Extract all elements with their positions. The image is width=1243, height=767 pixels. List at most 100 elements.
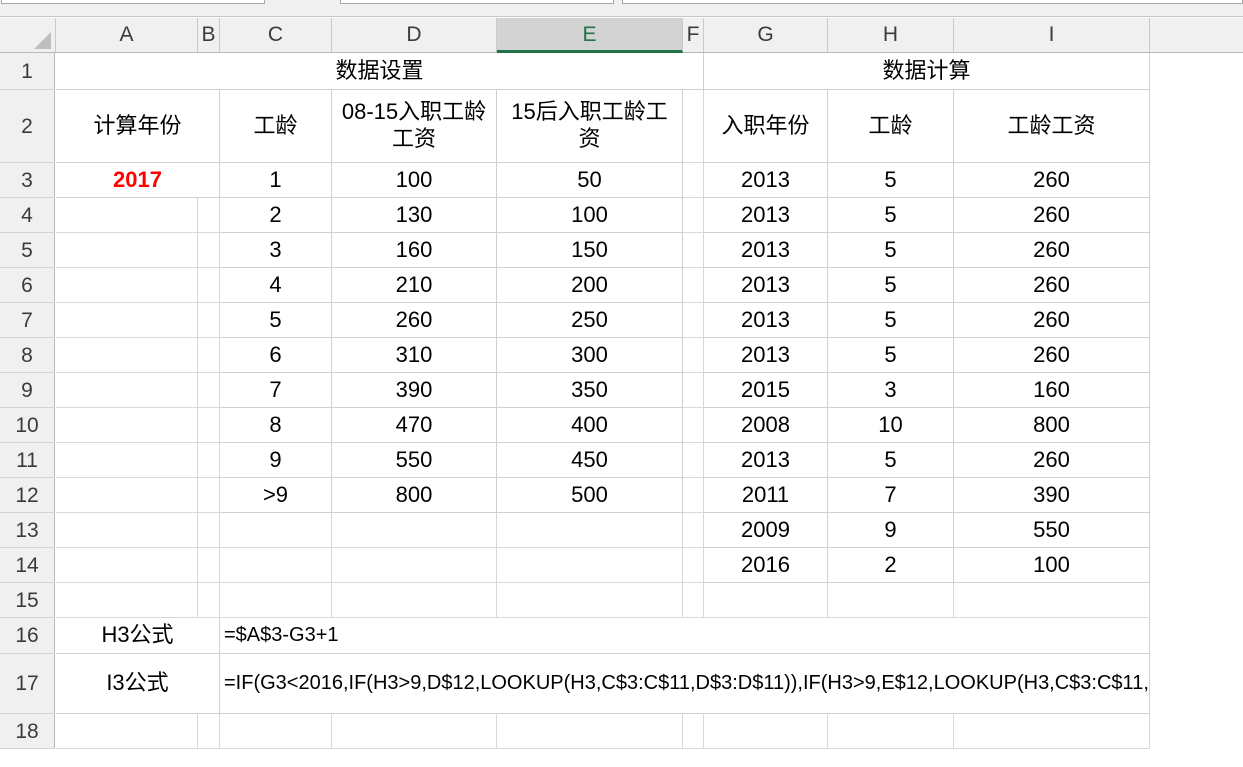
column-header-h[interactable]: H bbox=[828, 18, 954, 52]
row-header-11[interactable]: 11 bbox=[0, 443, 55, 478]
cell-seniority-8[interactable]: 6 bbox=[220, 338, 332, 373]
cell-calc-wage-13[interactable]: 550 bbox=[954, 513, 1150, 548]
cell-seniority-3[interactable]: 1 bbox=[220, 163, 332, 198]
cell-wage15-5[interactable]: 150 bbox=[497, 233, 683, 268]
cell-B15[interactable] bbox=[198, 583, 220, 618]
row-header-6[interactable]: 6 bbox=[0, 268, 55, 303]
cell-A12[interactable] bbox=[56, 478, 198, 513]
cell-calc-wage-9[interactable]: 160 bbox=[954, 373, 1150, 408]
cell-A14[interactable] bbox=[56, 548, 198, 583]
cell-I15[interactable] bbox=[954, 583, 1150, 618]
cell-F4[interactable] bbox=[683, 198, 704, 233]
cell-wage0815-7[interactable]: 260 bbox=[332, 303, 497, 338]
cell-G15[interactable] bbox=[704, 583, 828, 618]
column-header-d[interactable]: D bbox=[332, 18, 497, 52]
cell-calc-seniority-8[interactable]: 5 bbox=[828, 338, 954, 373]
cell-A7[interactable] bbox=[56, 303, 198, 338]
cell-calc-wage-6[interactable]: 260 bbox=[954, 268, 1150, 303]
title-data-settings[interactable]: 数据设置 bbox=[56, 53, 704, 90]
cell-B18[interactable] bbox=[198, 714, 220, 749]
label-i3-formula[interactable]: I3公式 bbox=[56, 654, 220, 714]
cell-hire-year-9[interactable]: 2015 bbox=[704, 373, 828, 408]
cell-H15[interactable] bbox=[828, 583, 954, 618]
cell-h3-formula[interactable]: =$A$3-G3+1 bbox=[220, 618, 1150, 654]
cell-wage15-11[interactable]: 450 bbox=[497, 443, 683, 478]
header-hire-year[interactable]: 入职年份 bbox=[704, 90, 828, 163]
cell-calc-seniority-9[interactable]: 3 bbox=[828, 373, 954, 408]
cell-F9[interactable] bbox=[683, 373, 704, 408]
row-header-12[interactable]: 12 bbox=[0, 478, 55, 513]
cell-B5[interactable] bbox=[198, 233, 220, 268]
cell-B11[interactable] bbox=[198, 443, 220, 478]
column-header-g[interactable]: G bbox=[704, 18, 828, 52]
cell-F6[interactable] bbox=[683, 268, 704, 303]
header-wage-2008-2015[interactable]: 08-15入职工龄工资 bbox=[332, 90, 497, 163]
cell-C13[interactable] bbox=[220, 513, 332, 548]
row-header-2[interactable]: 2 bbox=[0, 90, 55, 163]
select-all-corner[interactable] bbox=[0, 18, 56, 52]
cell-B10[interactable] bbox=[198, 408, 220, 443]
cell-hire-year-12[interactable]: 2011 bbox=[704, 478, 828, 513]
cell-F15[interactable] bbox=[683, 583, 704, 618]
cell-E13[interactable] bbox=[497, 513, 683, 548]
cell-B14[interactable] bbox=[198, 548, 220, 583]
cell-hire-year-3[interactable]: 2013 bbox=[704, 163, 828, 198]
cell-B13[interactable] bbox=[198, 513, 220, 548]
row-header-9[interactable]: 9 bbox=[0, 373, 55, 408]
cell-seniority-11[interactable]: 9 bbox=[220, 443, 332, 478]
row-header-1[interactable]: 1 bbox=[0, 53, 55, 90]
row-header-17[interactable]: 17 bbox=[0, 654, 55, 714]
cell-calc-wage-14[interactable]: 100 bbox=[954, 548, 1150, 583]
cell-seniority-12[interactable]: >9 bbox=[220, 478, 332, 513]
cell-wage15-6[interactable]: 200 bbox=[497, 268, 683, 303]
cell-A5[interactable] bbox=[56, 233, 198, 268]
cell-calc-wage-10[interactable]: 800 bbox=[954, 408, 1150, 443]
row-header-8[interactable]: 8 bbox=[0, 338, 55, 373]
cell-wage0815-3[interactable]: 100 bbox=[332, 163, 497, 198]
title-data-calculation[interactable]: 数据计算 bbox=[704, 53, 1150, 90]
cell-wage15-4[interactable]: 100 bbox=[497, 198, 683, 233]
header-seniority[interactable]: 工龄 bbox=[220, 90, 332, 163]
cell-wage0815-11[interactable]: 550 bbox=[332, 443, 497, 478]
row-header-13[interactable]: 13 bbox=[0, 513, 55, 548]
cell-wage0815-5[interactable]: 160 bbox=[332, 233, 497, 268]
cell-calc-year-value[interactable]: 2017 bbox=[56, 163, 220, 198]
row-header-4[interactable]: 4 bbox=[0, 198, 55, 233]
cell-calc-wage-12[interactable]: 390 bbox=[954, 478, 1150, 513]
cell-seniority-9[interactable]: 7 bbox=[220, 373, 332, 408]
column-header-b[interactable]: B bbox=[198, 18, 220, 52]
column-header-a[interactable]: A bbox=[56, 18, 198, 52]
cells-layer[interactable]: 数据设置 数据计算 计算年份 工龄 08-15入职工龄工资 15后入职工龄工资 入职年份 工龄… bbox=[56, 53, 1243, 767]
column-header-e[interactable]: E bbox=[497, 18, 683, 53]
cell-calc-wage-8[interactable]: 260 bbox=[954, 338, 1150, 373]
cell-C18[interactable] bbox=[220, 714, 332, 749]
cell-A9[interactable] bbox=[56, 373, 198, 408]
cell-F11[interactable] bbox=[683, 443, 704, 478]
cell-B8[interactable] bbox=[198, 338, 220, 373]
cell-calc-seniority-6[interactable]: 5 bbox=[828, 268, 954, 303]
cell-A6[interactable] bbox=[56, 268, 198, 303]
cell-wage15-9[interactable]: 350 bbox=[497, 373, 683, 408]
cell-A10[interactable] bbox=[56, 408, 198, 443]
spreadsheet-grid[interactable]: ABCDEFGHI 1 2 3 4 5 6 7 8 9 10 11 12 13 14 15 16 17 18 数据… bbox=[0, 18, 1243, 767]
row-header-18[interactable]: 18 bbox=[0, 714, 55, 749]
cell-B4[interactable] bbox=[198, 198, 220, 233]
cell-wage15-10[interactable]: 400 bbox=[497, 408, 683, 443]
cell-A13[interactable] bbox=[56, 513, 198, 548]
cell-seniority-6[interactable]: 4 bbox=[220, 268, 332, 303]
cell-calc-seniority-12[interactable]: 7 bbox=[828, 478, 954, 513]
cell-calc-seniority-4[interactable]: 5 bbox=[828, 198, 954, 233]
cell-calc-seniority-14[interactable]: 2 bbox=[828, 548, 954, 583]
cell-hire-year-5[interactable]: 2013 bbox=[704, 233, 828, 268]
cell-wage0815-8[interactable]: 310 bbox=[332, 338, 497, 373]
cell-B9[interactable] bbox=[198, 373, 220, 408]
header-seniority-2[interactable]: 工龄 bbox=[828, 90, 954, 163]
cell-seniority-7[interactable]: 5 bbox=[220, 303, 332, 338]
cell-B6[interactable] bbox=[198, 268, 220, 303]
cell-B12[interactable] bbox=[198, 478, 220, 513]
column-header-f[interactable]: F bbox=[683, 18, 704, 52]
cell-F5[interactable] bbox=[683, 233, 704, 268]
cell-D18[interactable] bbox=[332, 714, 497, 749]
cell-A4[interactable] bbox=[56, 198, 198, 233]
cell-hire-year-14[interactable]: 2016 bbox=[704, 548, 828, 583]
